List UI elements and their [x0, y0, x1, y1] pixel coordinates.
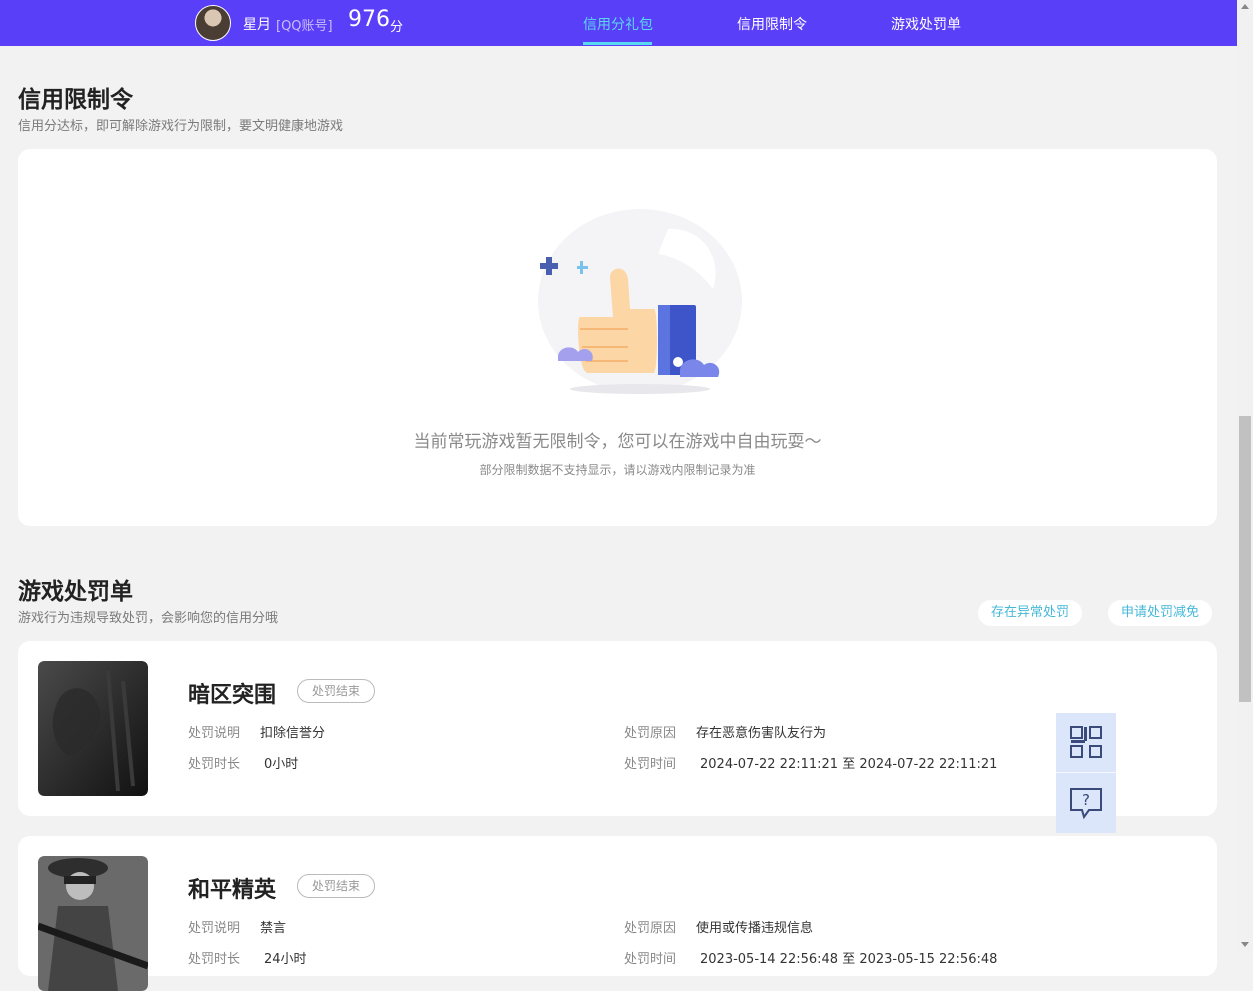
account-type: [QQ账号]	[276, 19, 333, 34]
empty-restriction-message: 当前常玩游戏暂无限制令，您可以在游戏中自由玩耍～	[413, 432, 822, 452]
penalty-desc-label: 处罚说明	[188, 921, 241, 936]
penalty-desc-value: 扣除信誉分	[260, 726, 326, 741]
penalty-time-value: 2024-07-22 22:11:21 至 2024-07-22 22:11:2…	[700, 757, 998, 772]
apply-penalty-reduction-button[interactable]: 申请处罚减免	[1108, 600, 1213, 626]
scrollbar-thumb[interactable]	[1239, 416, 1251, 702]
abnormal-penalty-button[interactable]: 存在异常处罚	[978, 600, 1083, 626]
penalty-duration-label: 处罚时长	[188, 952, 241, 967]
penalty-status-badge: 处罚结束	[297, 679, 376, 703]
penalty-reason-value: 使用或传播违规信息	[696, 921, 814, 936]
penalty-time-label: 处罚时间	[624, 952, 677, 967]
empty-restriction-note: 部分限制数据不支持显示，请以游戏内限制记录为准	[479, 463, 756, 477]
game-cover-image	[38, 856, 148, 991]
penalty-time-value: 2023-05-14 22:56:48 至 2023-05-15 22:56:4…	[700, 952, 998, 967]
qr-code-icon[interactable]	[1069, 725, 1103, 759]
svg-text:?: ?	[1082, 791, 1090, 809]
penalty-game-name: 暗区突围	[188, 683, 277, 708]
penalty-desc-label: 处罚说明	[188, 726, 241, 741]
credit-score-unit: 分	[390, 20, 404, 35]
thumbs-up-illustration	[538, 209, 742, 394]
restriction-section-title: 信用限制令	[18, 87, 133, 113]
penalty-reason-value: 存在恶意伤害队友行为	[696, 726, 827, 741]
penalty-card: 暗区突围 处罚结束 处罚说明 扣除信誉分 处罚原因 存在恶意伤害队友行为 处罚时…	[18, 641, 1217, 816]
avatar[interactable]	[195, 5, 231, 41]
top-nav-bar: 星月 [QQ账号] 976 分 信用分礼包 信用限制令 游戏处罚单	[0, 0, 1237, 46]
penalty-desc-value: 禁言	[260, 921, 287, 936]
penalty-duration-value: 24小时	[264, 952, 307, 967]
penalty-duration-value: 0小时	[264, 757, 299, 772]
penalty-section-title: 游戏处罚单	[18, 579, 133, 605]
help-feedback-icon[interactable]: ?	[1069, 786, 1103, 820]
float-panel-divider	[1056, 772, 1116, 773]
restriction-empty-card: 当前常玩游戏暂无限制令，您可以在游戏中自由玩耍～ 部分限制数据不支持显示，请以游…	[18, 149, 1217, 526]
nav-credit-restriction[interactable]: 信用限制令	[737, 14, 807, 34]
nav-game-penalty[interactable]: 游戏处罚单	[891, 14, 961, 34]
scroll-down-arrow[interactable]	[1241, 942, 1249, 947]
penalty-duration-label: 处罚时长	[188, 757, 241, 772]
penalty-game-name: 和平精英	[188, 878, 277, 903]
scroll-up-arrow[interactable]	[1241, 4, 1249, 9]
penalty-status-badge: 处罚结束	[297, 874, 376, 898]
penalty-time-label: 处罚时间	[624, 757, 677, 772]
penalty-reason-label: 处罚原因	[624, 921, 677, 936]
nav-credit-gift[interactable]: 信用分礼包	[583, 14, 653, 34]
penalty-reason-label: 处罚原因	[624, 726, 677, 741]
nav-active-underline	[583, 42, 652, 45]
floating-tools-panel: ?	[1056, 713, 1116, 833]
penalty-section-subtitle: 游戏行为违规导致处罚，会影响您的信用分哦	[18, 611, 279, 626]
restriction-section-subtitle: 信用分达标，即可解除游戏行为限制，要文明健康地游戏	[18, 119, 344, 134]
credit-score: 976	[348, 7, 390, 32]
game-cover-image	[38, 661, 148, 796]
penalty-card: 和平精英 处罚结束 处罚说明 禁言 处罚原因 使用或传播违规信息 处罚时长 24…	[18, 836, 1217, 991]
user-nickname: 星月	[243, 17, 271, 33]
